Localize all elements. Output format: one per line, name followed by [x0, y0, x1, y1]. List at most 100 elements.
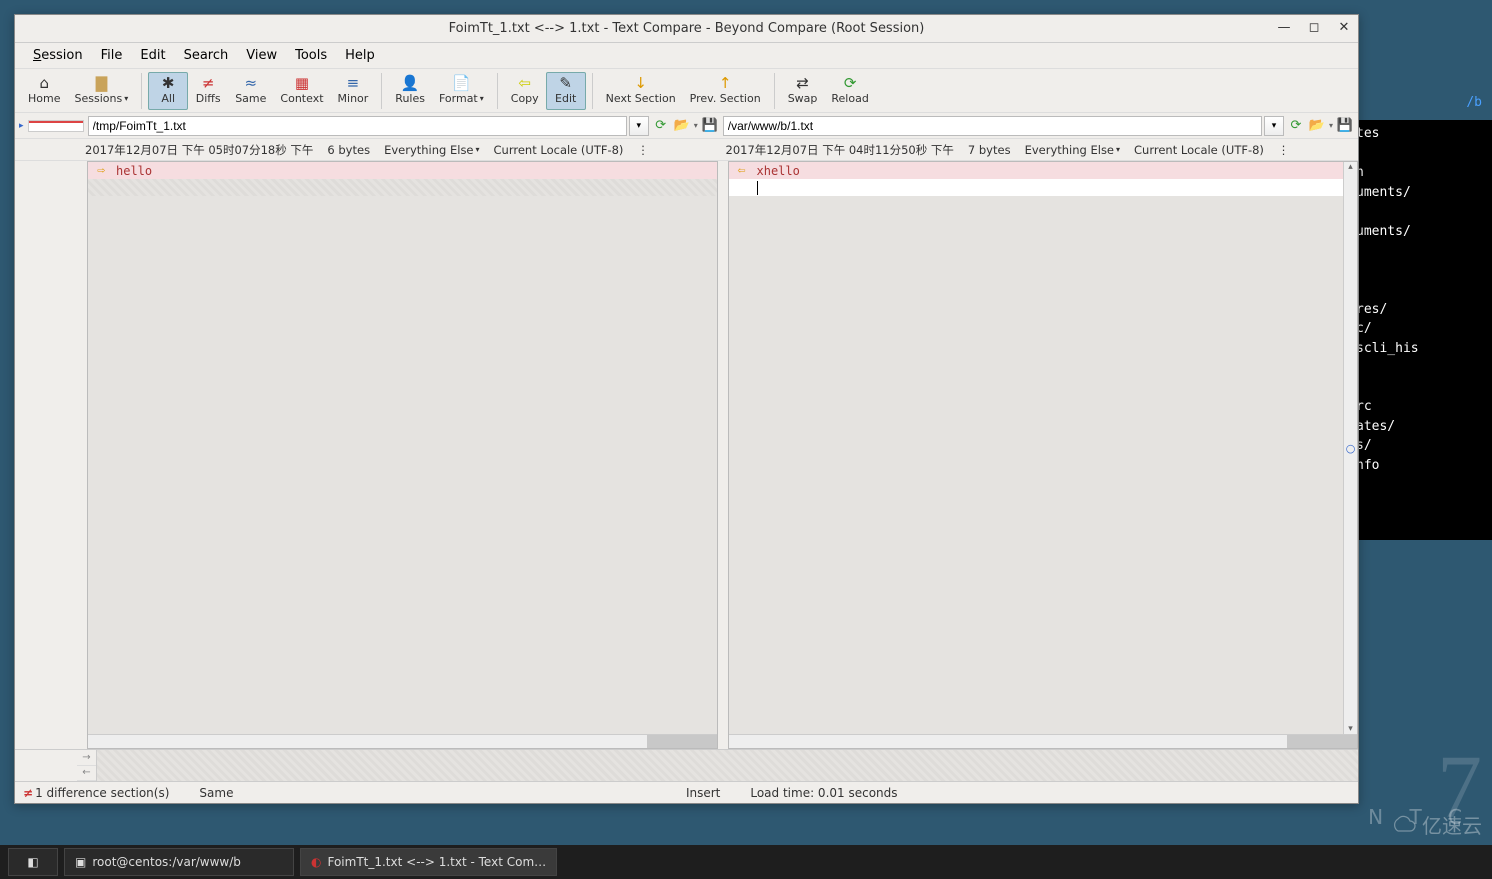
- right-save-icon[interactable]: 💾: [1336, 117, 1354, 135]
- path-row: ▸ ▾ ⟳ 📂 ▾ 💾 ▾ ⟳ 📂 ▾ 💾: [15, 113, 1358, 139]
- text-cursor: [757, 181, 758, 195]
- right-text-area[interactable]: ⇦ xhello: [729, 162, 1358, 734]
- taskbar-item-bcompare[interactable]: ◐ FoimTt_1.txt <--> 1.txt - Text Com…: [300, 848, 557, 876]
- context-icon: ▦: [295, 76, 309, 91]
- taskbar-item-terminal[interactable]: ▣ root@centos:/var/www/b: [64, 848, 294, 876]
- right-path-input[interactable]: [723, 116, 1262, 136]
- left-file-size: 6 bytes: [327, 143, 370, 157]
- nav-arrow-icon: ▸: [19, 121, 24, 131]
- right-file-size: 7 bytes: [968, 143, 1011, 157]
- left-timestamp: 2017年12月07日 下午 05时07分18秒 下午: [85, 142, 313, 158]
- left-refresh-icon[interactable]: ⟳: [652, 117, 670, 135]
- background-terminal: tes h uments/ uments/ res/ c/ scli_his r…: [1352, 120, 1492, 540]
- right-timestamp: 2017年12月07日 下午 04时11分50秒 下午: [726, 142, 954, 158]
- status-same: Same: [199, 786, 233, 800]
- menu-file[interactable]: File: [93, 45, 131, 66]
- scroll-up-icon[interactable]: ▴: [1348, 162, 1353, 172]
- status-edit-mode: Insert: [686, 786, 720, 800]
- left-pane: ⇨ hello: [87, 161, 718, 749]
- app-launcher-button[interactable]: ◧: [8, 848, 58, 876]
- copy-button[interactable]: ⇦ Copy: [504, 72, 546, 110]
- diffs-filter-button[interactable]: ≠ Diffs: [188, 72, 228, 110]
- all-filter-button[interactable]: ✱ All: [148, 72, 188, 110]
- folder-icon: ▇: [96, 76, 108, 91]
- left-horizontal-scrollbar[interactable]: [88, 734, 717, 748]
- reload-button[interactable]: ⟳ Reload: [824, 72, 875, 110]
- merge-output-strip: → ←: [15, 749, 1358, 781]
- right-horizontal-scrollbar[interactable]: [729, 734, 1358, 748]
- reload-icon: ⟳: [844, 76, 857, 91]
- toolbar: ⌂ Home ▇ Sessions▾ ✱ All ≠ Diffs ≈ Same: [15, 69, 1358, 113]
- prev-section-button[interactable]: ↑ Prev. Section: [683, 72, 768, 110]
- arrow-up-icon: ↑: [719, 76, 732, 91]
- scroll-thumb-icon[interactable]: ○: [1346, 442, 1356, 455]
- next-section-button[interactable]: ↓ Next Section: [599, 72, 683, 110]
- menu-session[interactable]: Session: [25, 45, 91, 66]
- status-load-time: Load time: 0.01 seconds: [750, 786, 897, 800]
- format-button[interactable]: 📄 Format▾: [432, 72, 491, 110]
- context-filter-button[interactable]: ▦ Context: [273, 72, 330, 110]
- left-open-icon[interactable]: 📂: [673, 117, 691, 135]
- status-differences: ≠1 difference section(s): [23, 786, 169, 800]
- copy-arrow-icon: ⇦: [518, 76, 531, 91]
- right-open-icon[interactable]: 📂: [1308, 117, 1326, 135]
- referee-icon: 👤: [401, 76, 420, 91]
- terminal-icon: ▣: [75, 855, 86, 869]
- approx-equal-icon: ≈: [245, 76, 258, 91]
- merge-right-arrow-icon[interactable]: →: [77, 750, 96, 766]
- terminal-path-fragment: /b: [1466, 95, 1482, 110]
- beyond-compare-window: FoimTt_1.txt <--> 1.txt - Text Compare -…: [14, 14, 1359, 804]
- swap-button[interactable]: ⇄ Swap: [781, 72, 825, 110]
- menu-edit[interactable]: Edit: [132, 45, 173, 66]
- rules-button[interactable]: 👤 Rules: [388, 72, 432, 110]
- merge-arrow-column: → ←: [77, 750, 97, 781]
- right-line-1: xhello: [755, 164, 1358, 178]
- right-encoding[interactable]: Current Locale (UTF-8): [1134, 143, 1264, 157]
- same-filter-button[interactable]: ≈ Same: [228, 72, 273, 110]
- arrow-down-icon: ↓: [634, 76, 647, 91]
- left-path-input[interactable]: [88, 116, 627, 136]
- edit-button[interactable]: ✎ Edit: [546, 72, 586, 110]
- info-row: 2017年12月07日 下午 05时07分18秒 下午 6 bytes Ever…: [15, 139, 1358, 161]
- left-line-marker-icon: ⇨: [88, 163, 114, 178]
- home-icon: ⌂: [39, 76, 49, 91]
- home-button[interactable]: ⌂ Home: [21, 72, 67, 110]
- menu-search[interactable]: Search: [176, 45, 237, 66]
- format-icon: 📄: [452, 76, 471, 91]
- maximize-button[interactable]: ◻: [1306, 20, 1322, 36]
- sessions-button[interactable]: ▇ Sessions▾: [67, 72, 135, 110]
- pencil-icon: ✎: [559, 76, 572, 91]
- swap-icon: ⇄: [796, 76, 809, 91]
- menu-help[interactable]: Help: [337, 45, 383, 66]
- minor-filter-button[interactable]: ≡ Minor: [331, 72, 376, 110]
- menubar: Session File Edit Search View Tools Help: [15, 43, 1358, 69]
- left-save-icon[interactable]: 💾: [701, 117, 719, 135]
- merge-left-arrow-icon[interactable]: ←: [77, 766, 96, 782]
- left-text-area[interactable]: ⇨ hello: [88, 162, 717, 734]
- right-pane: ⇦ xhello ▴ ○ ▾: [728, 161, 1359, 749]
- merge-output-area[interactable]: [97, 750, 1358, 781]
- menu-view[interactable]: View: [238, 45, 285, 66]
- watermark-logo: 亿速云: [1392, 810, 1482, 839]
- window-title: FoimTt_1.txt <--> 1.txt - Text Compare -…: [449, 21, 925, 36]
- desktop-taskbar: ◧ ▣ root@centos:/var/www/b ◐ FoimTt_1.tx…: [0, 845, 1492, 879]
- right-refresh-icon[interactable]: ⟳: [1287, 117, 1305, 135]
- not-equal-icon: ≠: [202, 76, 215, 91]
- asterisk-icon: ✱: [162, 76, 175, 91]
- left-encoding[interactable]: Current Locale (UTF-8): [494, 143, 624, 157]
- right-filter-dropdown[interactable]: Everything Else▾: [1025, 143, 1120, 157]
- right-vertical-scrollbar[interactable]: ▴ ○ ▾: [1343, 162, 1357, 734]
- left-line-1: hello: [114, 164, 717, 178]
- minor-icon: ≡: [347, 76, 360, 91]
- left-filter-dropdown[interactable]: Everything Else▾: [384, 143, 479, 157]
- minimize-button[interactable]: —: [1276, 20, 1292, 36]
- right-path-dropdown[interactable]: ▾: [1264, 116, 1284, 136]
- close-button[interactable]: ✕: [1336, 20, 1352, 36]
- scroll-down-icon[interactable]: ▾: [1348, 724, 1353, 734]
- menu-tools[interactable]: Tools: [287, 45, 335, 66]
- right-line-marker-icon: ⇦: [729, 163, 755, 178]
- left-more-icon[interactable]: ⋮: [637, 143, 649, 157]
- right-more-icon[interactable]: ⋮: [1278, 143, 1290, 157]
- thumbnail-minimap[interactable]: [28, 120, 84, 132]
- left-path-dropdown[interactable]: ▾: [629, 116, 649, 136]
